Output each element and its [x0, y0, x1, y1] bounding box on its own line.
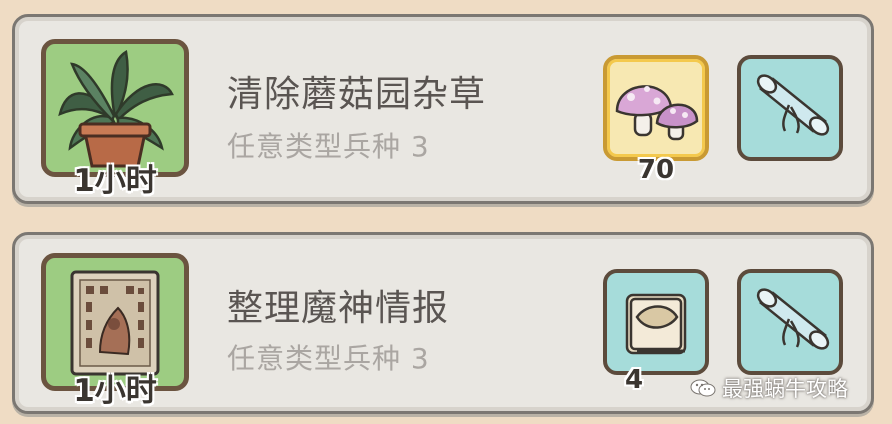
duration-label: 1小时 — [73, 163, 157, 199]
reward-slot-mushroom[interactable] — [603, 55, 709, 161]
task-card[interactable]: 1小时 清除蘑菇园杂草 任意类型兵种 3 70 — [12, 14, 874, 204]
task-requirement: 任意类型兵种 3 — [227, 342, 430, 375]
scroll-icon — [756, 288, 830, 350]
watermark-text: 最强蜗牛攻略 — [722, 377, 848, 401]
reward-count: 70 — [637, 155, 675, 185]
task-requirement: 任意类型兵种 3 — [227, 130, 430, 163]
wechat-icon — [690, 379, 716, 397]
duration-label: 1小时 — [73, 373, 157, 409]
task-title: 清除蘑菇园杂草 — [227, 74, 487, 115]
potted-plant-icon — [58, 49, 174, 168]
book-icon — [625, 293, 687, 355]
reward-slot-book[interactable] — [603, 269, 709, 375]
watermark: 最强蜗牛攻略 — [690, 373, 848, 403]
reward-slot-scroll[interactable] — [737, 55, 843, 161]
mushroom-icon — [615, 85, 699, 141]
task-title: 整理魔神情报 — [227, 288, 450, 329]
reward-slot-scroll[interactable] — [737, 269, 843, 375]
scroll-icon — [756, 74, 830, 136]
